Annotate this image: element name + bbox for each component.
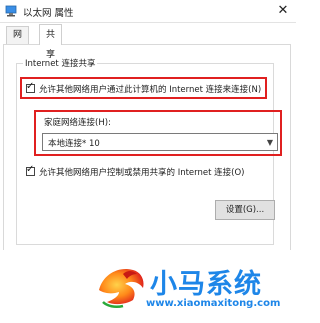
- allow-control-label: 允许其他网络用户控制或禁用共享的 Internet 连接(O): [39, 168, 245, 178]
- allow-control-checkbox[interactable]: ✓: [26, 164, 35, 176]
- brand-url: www.xiaomaxitong.com: [146, 298, 281, 309]
- highlight-box-allow-connect: [20, 77, 267, 99]
- network-adapter-icon: [5, 5, 17, 17]
- tab-sharing[interactable]: 共享: [39, 24, 63, 60]
- checkmark-icon: ✓: [26, 164, 35, 175]
- window-title: 以太网 属性: [23, 8, 74, 19]
- highlight-box-home-network: [34, 110, 282, 156]
- horse-logo-icon: [99, 268, 144, 309]
- tab-network[interactable]: 网络: [6, 26, 30, 57]
- close-button[interactable]: ✕: [274, 2, 292, 20]
- title-bar: 以太网 属性 ✕: [0, 0, 296, 23]
- settings-button[interactable]: 设置(G)...: [215, 200, 275, 220]
- ics-group-title: Internet 连接共享: [23, 57, 98, 69]
- brand-name: 小马系统: [150, 269, 262, 300]
